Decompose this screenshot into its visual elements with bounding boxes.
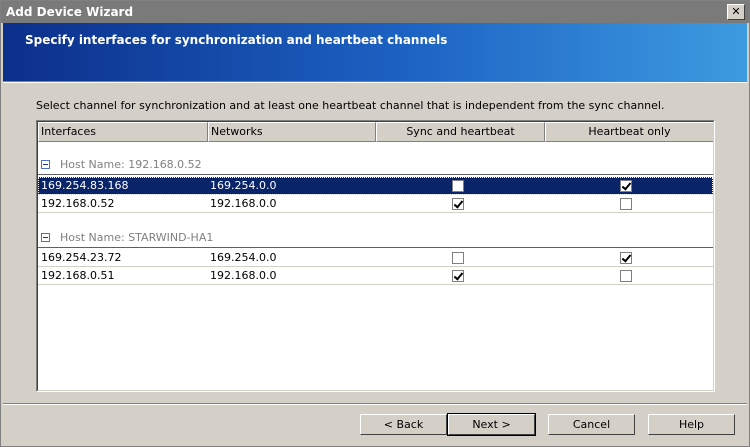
column-header-heartbeat-only[interactable]: Heartbeat only bbox=[545, 122, 713, 142]
interface-cell: 192.168.0.52 bbox=[41, 197, 115, 210]
heartbeat-only-checkbox[interactable] bbox=[620, 252, 632, 264]
interface-cell: 192.168.0.51 bbox=[41, 269, 115, 282]
interface-cell: 169.254.83.168 bbox=[41, 179, 129, 192]
host-group-label: Host Name: 192.168.0.52 bbox=[60, 158, 202, 171]
banner-divider bbox=[3, 81, 747, 83]
help-button[interactable]: Help bbox=[648, 414, 735, 435]
heartbeat-only-checkbox[interactable] bbox=[620, 270, 632, 282]
sync-and-heartbeat-checkbox[interactable] bbox=[452, 198, 464, 210]
collapse-icon[interactable] bbox=[41, 160, 50, 169]
title-bar: Add Device Wizard ✕ bbox=[1, 1, 749, 23]
table-row[interactable]: 192.168.0.51 192.168.0.0 bbox=[38, 267, 713, 285]
wizard-banner: Specify interfaces for synchronization a… bbox=[3, 23, 747, 81]
column-header-networks[interactable]: Networks bbox=[208, 122, 376, 142]
host-group-label: Host Name: STARWIND-HA1 bbox=[60, 231, 214, 244]
back-button[interactable]: < Back bbox=[360, 414, 447, 435]
sync-and-heartbeat-checkbox[interactable] bbox=[452, 270, 464, 282]
window-title: Add Device Wizard bbox=[6, 5, 134, 19]
heartbeat-only-checkbox[interactable] bbox=[620, 180, 632, 192]
table-row[interactable]: 169.254.83.168 169.254.0.0 bbox=[38, 177, 713, 195]
host-group: Host Name: 192.168.0.52 bbox=[38, 155, 713, 175]
network-cell: 169.254.0.0 bbox=[210, 179, 277, 192]
page-heading: Specify interfaces for synchronization a… bbox=[25, 33, 448, 47]
cancel-button[interactable]: Cancel bbox=[548, 414, 635, 435]
table-row[interactable]: 192.168.0.52 192.168.0.0 bbox=[38, 195, 713, 213]
collapse-icon[interactable] bbox=[41, 233, 50, 242]
column-header-interfaces[interactable]: Interfaces bbox=[38, 122, 208, 142]
network-cell: 169.254.0.0 bbox=[210, 251, 277, 264]
sync-and-heartbeat-checkbox[interactable] bbox=[452, 180, 464, 192]
heartbeat-only-checkbox[interactable] bbox=[620, 198, 632, 210]
interfaces-list[interactable]: Interfaces Networks Sync and heartbeat H… bbox=[36, 120, 715, 392]
next-button[interactable]: Next > bbox=[447, 413, 536, 436]
host-group: Host Name: STARWIND-HA1 bbox=[38, 228, 713, 248]
network-cell: 192.168.0.0 bbox=[210, 269, 277, 282]
footer-divider bbox=[3, 403, 747, 405]
close-icon[interactable]: ✕ bbox=[727, 4, 745, 20]
table-row[interactable]: 169.254.23.72 169.254.0.0 bbox=[38, 249, 713, 267]
sync-and-heartbeat-checkbox[interactable] bbox=[452, 252, 464, 264]
network-cell: 192.168.0.0 bbox=[210, 197, 277, 210]
add-device-wizard-window: Add Device Wizard ✕ Specify interfaces f… bbox=[0, 0, 750, 447]
instruction-text: Select channel for synchronization and a… bbox=[36, 99, 665, 112]
interface-cell: 169.254.23.72 bbox=[41, 251, 122, 264]
column-header-sync-and-heartbeat[interactable]: Sync and heartbeat bbox=[376, 122, 545, 142]
